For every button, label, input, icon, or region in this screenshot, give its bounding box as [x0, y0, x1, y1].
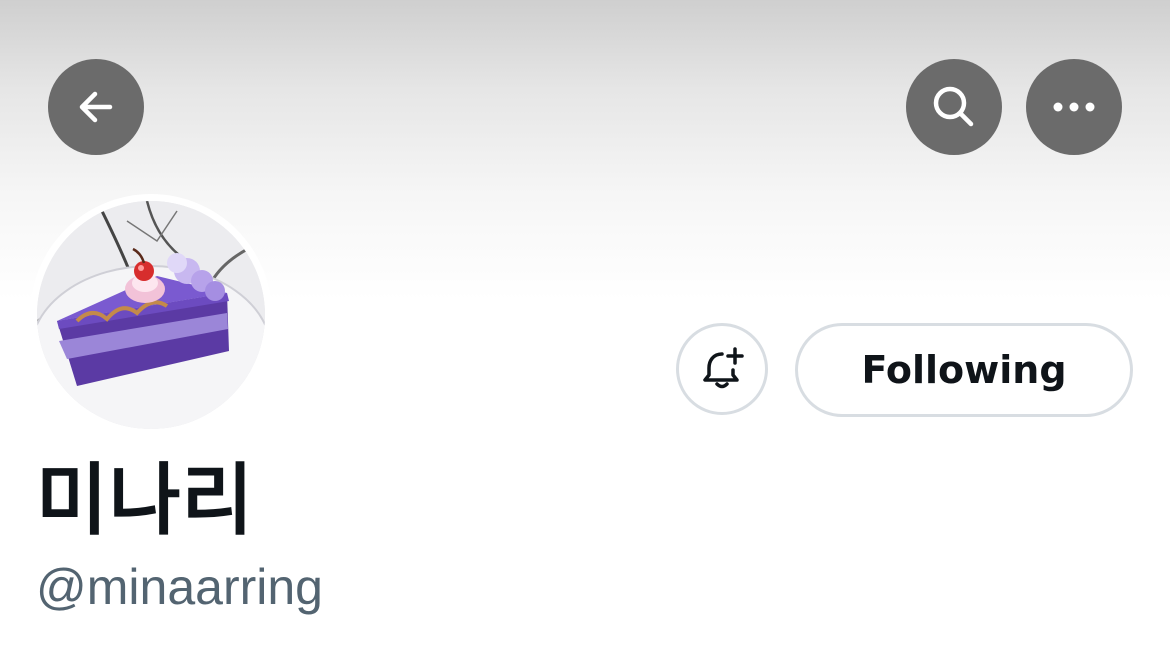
avatar[interactable]: [37, 201, 265, 429]
purple-cake-slice-avatar: [37, 201, 265, 429]
search-button[interactable]: [906, 59, 1002, 155]
user-handle: @minaarring: [36, 559, 323, 615]
search-icon: [933, 86, 974, 127]
notifications-button[interactable]: [676, 323, 768, 415]
following-button[interactable]: Following: [795, 323, 1133, 417]
back-button[interactable]: [48, 59, 144, 155]
arrow-left-icon: [79, 91, 113, 123]
bell-plus-icon: [703, 347, 744, 389]
display-name: 미나리: [36, 456, 255, 546]
more-options-button[interactable]: [1026, 59, 1122, 155]
more-horizontal-icon: [1053, 102, 1095, 112]
following-label: Following: [861, 348, 1067, 392]
